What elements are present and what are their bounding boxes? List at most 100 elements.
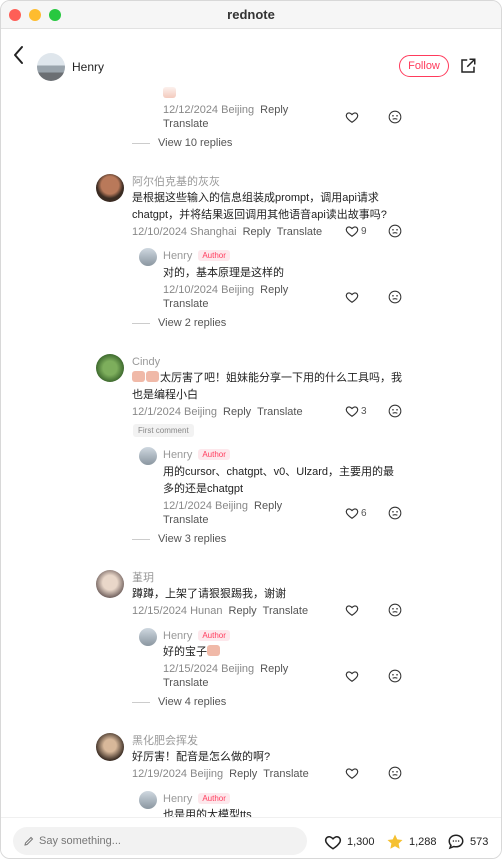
reply-button[interactable]: Reply (229, 605, 257, 617)
comment-author[interactable]: Cindy (132, 354, 160, 370)
translate-button[interactable]: Translate (277, 226, 322, 238)
avatar[interactable] (139, 447, 157, 465)
author-badge: Author (198, 793, 230, 804)
translate-button[interactable]: Translate (257, 406, 302, 418)
reply-author[interactable]: Henry (163, 630, 192, 642)
reply-date: 12/1/2024 Beijing (163, 500, 249, 512)
reply-text-line: 好的宝子 (163, 646, 207, 658)
comment-author[interactable]: 阿尔伯克基的灰灰 (132, 174, 220, 190)
reply-author-line: Henry Author (163, 791, 230, 807)
reply-button[interactable]: Reply (260, 284, 288, 296)
view-replies-label: View 3 replies (158, 533, 227, 545)
avatar[interactable] (139, 628, 157, 646)
reply-button[interactable]: Reply (229, 768, 257, 780)
avatar[interactable] (96, 354, 124, 382)
heart-icon[interactable] (345, 669, 359, 683)
post-comment-button[interactable]: 573 (446, 833, 488, 851)
view-replies-button[interactable]: View 2 replies (132, 317, 226, 329)
reply-text: 用的cursor、chatgpt、v0、Ulzard，主要用的最 (163, 466, 395, 478)
like-count: 3 (361, 405, 367, 417)
window-title: rednote (227, 7, 275, 22)
view-replies-label: View 4 replies (158, 696, 227, 708)
dislike-icon[interactable] (388, 404, 402, 418)
avatar[interactable] (37, 53, 65, 81)
reply-author[interactable]: Henry (163, 449, 192, 461)
heart-icon[interactable] (345, 603, 359, 617)
translate-button[interactable]: Translate (163, 512, 208, 528)
scroll-fade (1, 83, 501, 103)
reply-button[interactable]: Reply (260, 663, 288, 675)
dislike-icon[interactable] (388, 603, 402, 617)
heart-icon[interactable] (345, 290, 359, 304)
share-icon[interactable] (459, 57, 477, 75)
star-count: 1,288 (409, 836, 437, 848)
comment-text: 也是编程小白 (132, 389, 198, 401)
reply-author-line: Henry Author (163, 248, 230, 264)
comment-count: 573 (470, 836, 489, 848)
back-chevron-icon[interactable] (11, 43, 27, 67)
heart-icon[interactable] (345, 766, 359, 780)
post-like-button[interactable]: 1,300 (323, 833, 375, 851)
like-count: 9 (361, 225, 367, 237)
dislike-icon[interactable] (388, 224, 402, 238)
author-badge: Author (198, 630, 230, 641)
comment-date: 12/10/2024 Shanghai (132, 226, 237, 238)
like-button[interactable]: 3 (345, 404, 367, 418)
like-button[interactable]: 9 (345, 224, 367, 238)
reply-author[interactable]: Henry (163, 793, 192, 805)
heart-icon[interactable] (345, 110, 359, 124)
view-replies-button[interactable]: View 3 replies (132, 533, 226, 545)
reply-author-line: Henry Author (163, 447, 230, 463)
emoji-icon (132, 371, 145, 382)
comment-meta: 12/15/2024 Hunan Reply Translate (132, 603, 308, 619)
avatar[interactable] (139, 248, 157, 266)
comment-author[interactable]: 堇玥 (132, 570, 154, 586)
post-star-button[interactable]: 1,288 (385, 833, 437, 851)
translate-button[interactable]: Translate (263, 768, 308, 780)
translate-button[interactable]: Translate (163, 675, 208, 691)
emoji-icon (207, 645, 220, 656)
dislike-icon[interactable] (388, 290, 402, 304)
bottom-bar: Say something... 1,300 1,288 573 (1, 817, 501, 858)
reply-button[interactable]: Reply (260, 104, 288, 116)
comment-text-line: 太厉害了吧！姐妹能分享一下用的什么工具吗，我 (160, 372, 402, 384)
translate-button[interactable]: Translate (163, 116, 208, 132)
comment-text: 蹲蹲，上架了请狠狠踢我，谢谢 (132, 588, 286, 600)
author-name[interactable]: Henry (72, 60, 104, 74)
reply-date: 12/15/2024 Beijing (163, 663, 255, 675)
comment-date: 12/19/2024 Beijing (132, 768, 224, 780)
comment-input[interactable]: Say something... (13, 827, 307, 855)
author-badge: Author (198, 449, 230, 460)
avatar[interactable] (139, 791, 157, 809)
comment-text: 太厉害了吧！姐妹能分享一下用的什么工具吗，我 (132, 370, 402, 386)
avatar[interactable] (96, 570, 124, 598)
title-bar: rednote (1, 1, 501, 29)
heart-icon (345, 226, 359, 237)
reply-button[interactable]: Reply (223, 406, 251, 418)
reply-button[interactable]: Reply (243, 226, 271, 238)
heart-icon (345, 508, 359, 519)
comment-date: 12/15/2024 Hunan (132, 605, 223, 617)
like-count: 6 (361, 507, 367, 519)
view-replies-button[interactable]: View 10 replies (132, 137, 232, 149)
reply-text: 好的宝子 (163, 644, 221, 660)
view-replies-button[interactable]: View 4 replies (132, 696, 226, 708)
comment-text: chatgpt，并将结果返回调用其他语音api读出故事吗? (132, 209, 387, 221)
translate-button[interactable]: Translate (263, 605, 308, 617)
dislike-icon[interactable] (388, 506, 402, 520)
reply-author-line: Henry Author (163, 628, 230, 644)
dislike-icon[interactable] (388, 110, 402, 124)
reply-text: 多的还是chatgpt (163, 483, 244, 495)
avatar[interactable] (96, 174, 124, 202)
reply-button[interactable]: Reply (254, 500, 282, 512)
dislike-icon[interactable] (388, 766, 402, 780)
avatar[interactable] (96, 733, 124, 761)
translate-button[interactable]: Translate (163, 296, 208, 312)
like-button[interactable]: 6 (345, 506, 367, 520)
comment-author[interactable]: 黑化肥会挥发 (132, 733, 198, 749)
reply-author[interactable]: Henry (163, 250, 192, 262)
follow-button[interactable]: Follow (399, 55, 449, 77)
view-replies-label: View 10 replies (158, 137, 233, 149)
emoji-icon (146, 371, 159, 382)
dislike-icon[interactable] (388, 669, 402, 683)
